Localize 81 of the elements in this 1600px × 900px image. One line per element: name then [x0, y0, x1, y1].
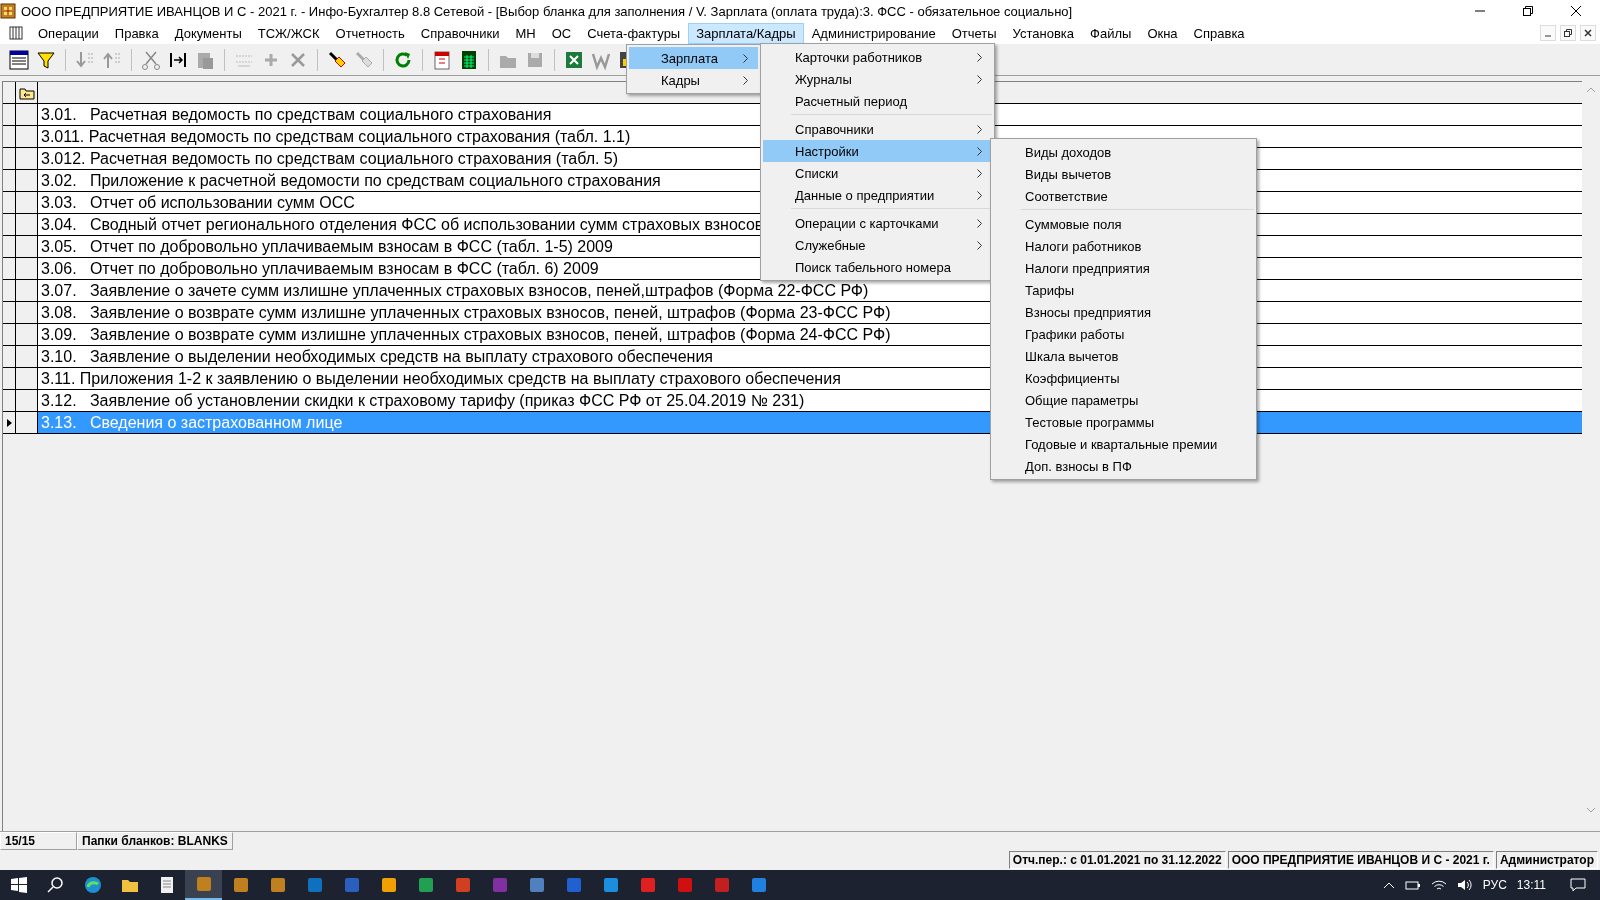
app-icon[interactable]: [305, 876, 324, 894]
spreadsheet-icon[interactable]: [563, 49, 585, 71]
menu-item[interactable]: Графики работы: [993, 323, 1254, 345]
menu-item[interactable]: Виды доходов: [993, 141, 1254, 163]
app-icon[interactable]: [194, 875, 213, 893]
restore-icon[interactable]: [1560, 25, 1576, 41]
filter-icon[interactable]: [35, 49, 57, 71]
app-icon[interactable]: [379, 876, 398, 894]
app-icon[interactable]: [601, 876, 620, 894]
menu-item[interactable]: Коэффициенты: [993, 367, 1254, 389]
app-icon[interactable]: [453, 876, 472, 894]
folder-label: Папки бланков: BLANKS: [77, 832, 233, 850]
windows-icon[interactable]: [9, 876, 28, 894]
menu-item[interactable]: Файлы: [1082, 22, 1140, 44]
menu-item[interactable]: Данные о предприятии: [763, 184, 992, 206]
menu-item[interactable]: Кадры: [629, 69, 758, 91]
wifi-icon[interactable]: [1430, 879, 1447, 891]
status-text: Отч.пер.: с 01.01.2021 по 31.12.2022: [1008, 851, 1226, 869]
menu-item[interactable]: Установка: [1004, 22, 1083, 44]
menu-item[interactable]: Документы: [166, 22, 250, 44]
menu-item[interactable]: ОС: [543, 22, 580, 44]
menu-item[interactable]: Журналы: [763, 68, 992, 90]
app-icon[interactable]: [416, 876, 435, 894]
notification-icon[interactable]: [1570, 878, 1586, 892]
scissors-icon[interactable]: [140, 49, 162, 71]
close-icon[interactable]: [1570, 5, 1582, 17]
menu-item[interactable]: Справка: [1185, 22, 1253, 44]
status-text: ООО ПРЕДПРИЯТИЕ ИВАНЦОВ И С - 2021 г.: [1227, 851, 1494, 869]
menu-item[interactable]: Настройки: [763, 140, 992, 162]
globe-icon[interactable]: [83, 876, 102, 894]
menu-item[interactable]: Соответствие: [993, 185, 1254, 207]
search-icon[interactable]: [46, 876, 65, 894]
app-icon[interactable]: [268, 876, 287, 894]
app-icon[interactable]: [749, 876, 768, 894]
app-icon[interactable]: [231, 876, 250, 894]
scroll-down-icon[interactable]: [1586, 807, 1596, 813]
menu-item[interactable]: Доп. взносы в ПФ: [993, 455, 1254, 477]
menu-item[interactable]: Зарплата/Кадры: [688, 22, 804, 44]
menu-item[interactable]: Окна: [1139, 22, 1186, 44]
menu-item[interactable]: Поиск табельного номера: [763, 256, 992, 278]
menu-item[interactable]: Тестовые программы: [993, 411, 1254, 433]
app-icon[interactable]: [638, 876, 657, 894]
menu-item[interactable]: Справочники: [412, 22, 508, 44]
menu-item[interactable]: Списки: [763, 162, 992, 184]
menu-item[interactable]: Общие параметры: [993, 389, 1254, 411]
menu-item[interactable]: Администрирование: [803, 22, 944, 44]
menu-item[interactable]: Налоги предприятия: [993, 257, 1254, 279]
menu-item[interactable]: Операции с карточками: [763, 212, 992, 234]
menu-item[interactable]: Зарплата: [629, 47, 758, 69]
menu-item[interactable]: Служебные: [763, 234, 992, 256]
menu-item[interactable]: Шкала вычетов: [993, 345, 1254, 367]
app-icon: [0, 3, 16, 19]
caret-up-icon[interactable]: [1382, 881, 1395, 889]
menu-item[interactable]: Отчетность: [327, 22, 413, 44]
menu-item[interactable]: МН: [507, 22, 544, 44]
app-icon[interactable]: [527, 876, 546, 894]
speaker-icon[interactable]: [1456, 879, 1473, 891]
menu-item[interactable]: Правка: [106, 22, 167, 44]
menu-item[interactable]: Справочники: [763, 118, 992, 140]
table-icon[interactable]: [8, 49, 30, 71]
status-text: Администратор: [1495, 851, 1598, 869]
input-language[interactable]: РУС: [1482, 878, 1507, 892]
clock[interactable]: 13:11: [1516, 878, 1546, 892]
menu-item[interactable]: Суммовые поля: [993, 213, 1254, 235]
menu-item[interactable]: Взносы предприятия: [993, 301, 1254, 323]
menu-item[interactable]: Налоги работников: [993, 235, 1254, 257]
menu-item[interactable]: ТСЖ/ЖСК: [249, 22, 328, 44]
menu-item[interactable]: Счета-фактуры: [579, 22, 689, 44]
window-title: ООО ПРЕДПРИЯТИЕ ИВАНЦОВ И С - 2021 г. - Инфо-Бухгалтер 8.8 Сетевой - [Выбор бланка для заполнения / V. Зарплата (оплата труда):3. ФСС - обязательное социально]: [21, 3, 1074, 19]
menu-item[interactable]: Расчетный период: [763, 90, 992, 112]
menu-item[interactable]: Тарифы: [993, 279, 1254, 301]
scroll-up-icon[interactable]: [1586, 87, 1596, 93]
calendar-icon[interactable]: [431, 49, 453, 71]
menu-item[interactable]: Операции: [30, 22, 107, 44]
menu-item[interactable]: Карточки работников: [763, 46, 992, 68]
battery-icon[interactable]: [1404, 879, 1421, 891]
menu-item[interactable]: Годовые и квартальные премии: [993, 433, 1254, 455]
menu-item[interactable]: Отчеты: [943, 22, 1005, 44]
menu-item[interactable]: Виды вычетов: [993, 163, 1254, 185]
restore-icon[interactable]: [1522, 5, 1534, 17]
record-count: 15/15: [0, 832, 77, 850]
